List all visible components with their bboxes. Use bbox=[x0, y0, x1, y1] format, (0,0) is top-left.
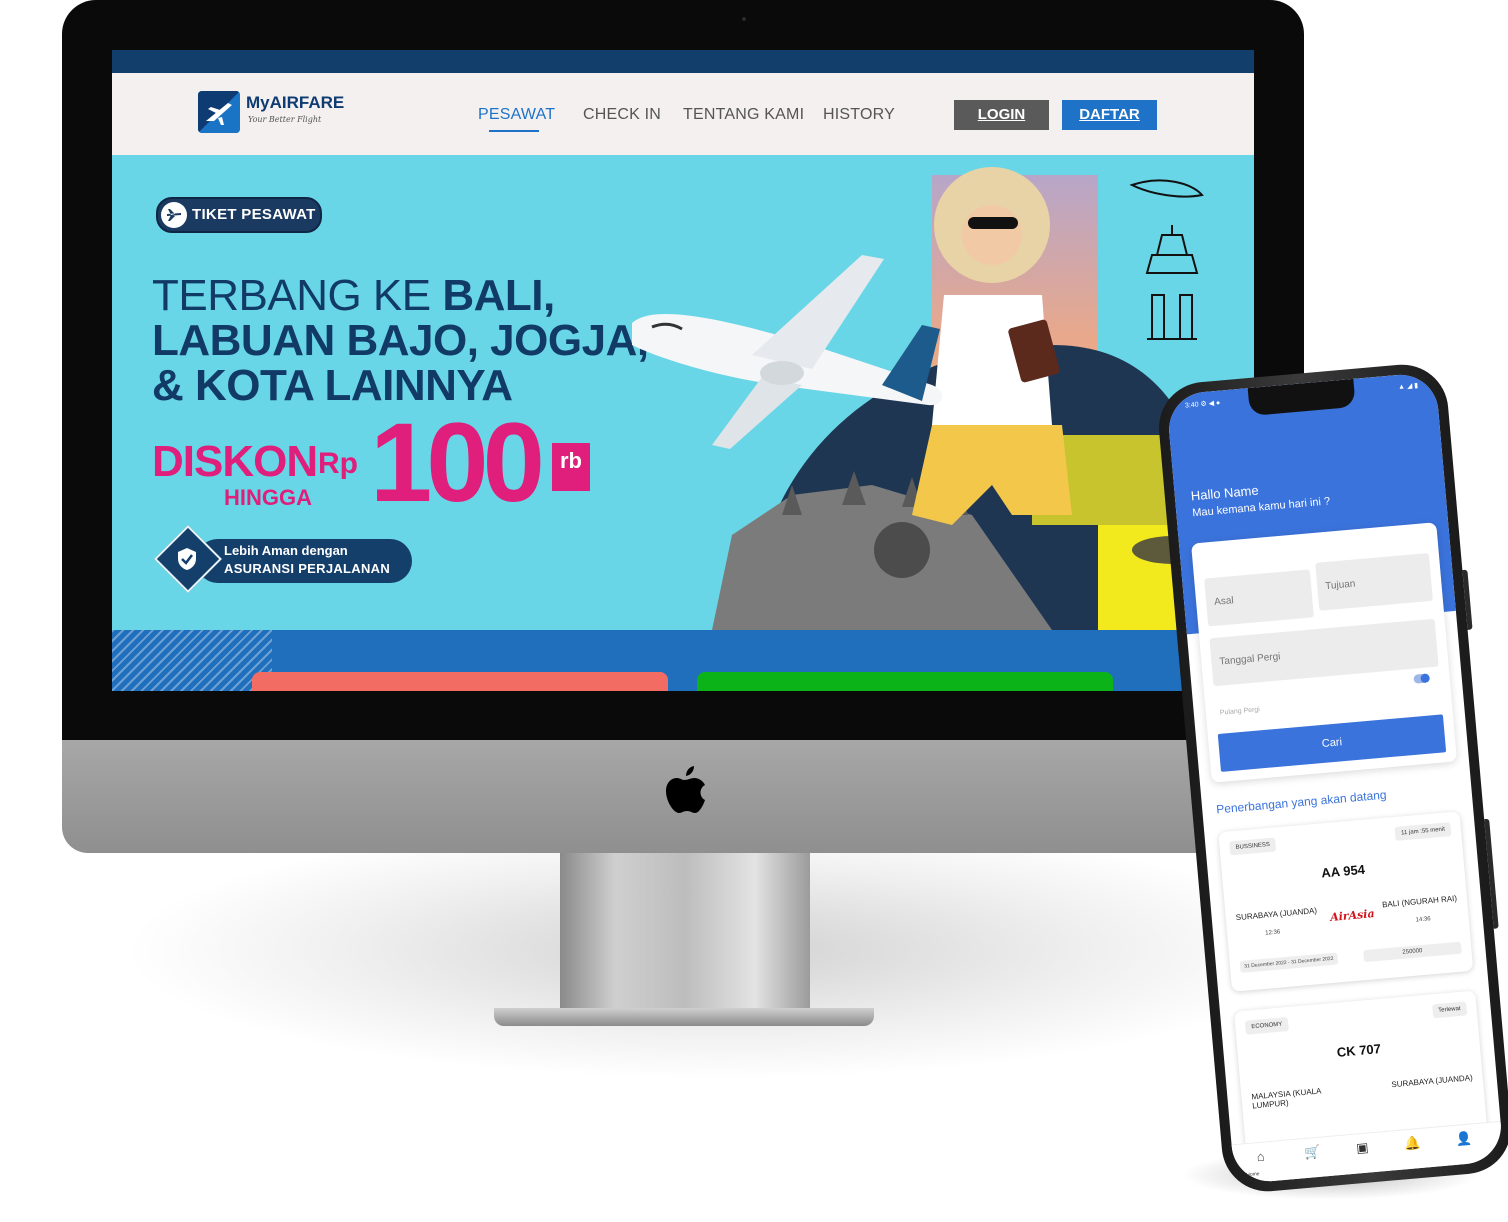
brand-name: MyAIRFARE bbox=[246, 93, 345, 112]
plane-logo-icon bbox=[198, 91, 240, 133]
asal-input[interactable] bbox=[1204, 569, 1314, 627]
pulang-pergi-label: Pulang Pergi bbox=[1219, 706, 1261, 717]
desktop-screen: MyAIRFARE Your Better Flight PESAWAT CHE… bbox=[112, 50, 1254, 691]
nav-history[interactable]: HISTORY bbox=[823, 106, 895, 124]
imac-camera bbox=[742, 17, 746, 21]
mobile-phone: 3:40 ⚙ ◀ ● ▲ ◢ ▮ Hallo Name Mau kemana k… bbox=[1155, 360, 1508, 1196]
trip-origin: SURABAYA (JUANDA) bbox=[1235, 906, 1318, 923]
hingga-label: HINGGA bbox=[224, 485, 312, 510]
upcoming-flights-title: Penerbangan yang akan datang bbox=[1215, 787, 1388, 817]
pulang-pergi-toggle[interactable] bbox=[1413, 673, 1431, 684]
navbar: MyAIRFARE Your Better Flight PESAWAT CHE… bbox=[112, 73, 1254, 155]
tiket-pesawat-badge: TIKET PESAWAT bbox=[156, 197, 322, 233]
hero-headline: TERBANG KE BALI, LABUAN BAJO, JOGJA, & K… bbox=[152, 273, 672, 408]
headline-bali: BALI, bbox=[442, 271, 555, 320]
trip-class-badge: ECONOMY bbox=[1244, 1017, 1289, 1035]
tanggal-pergi-input[interactable] bbox=[1209, 618, 1439, 687]
user-icon[interactable]: 👤 bbox=[1453, 1130, 1475, 1152]
apple-logo bbox=[666, 766, 705, 813]
headline-line-2: LABUAN BAJO, JOGJA, bbox=[152, 316, 649, 365]
insurance-line-2: ASURANSI PERJALANAN bbox=[224, 561, 391, 576]
login-button[interactable]: LOGIN bbox=[954, 100, 1049, 130]
insurance-line-1: Lebih Aman dengan bbox=[224, 543, 348, 558]
trip-dates: 31 December 2022 - 31 December 2022 bbox=[1239, 952, 1339, 973]
cart-icon[interactable]: 🛒 bbox=[1302, 1144, 1324, 1166]
plane-icon bbox=[161, 202, 187, 228]
promo-card-green[interactable] bbox=[697, 672, 1113, 691]
tiket-pesawat-label: TIKET PESAWAT bbox=[192, 206, 316, 223]
flight-code: CK 707 bbox=[1336, 1041, 1382, 1060]
hero-banner[interactable]: TIKET PESAWAT TERBANG KE BALI, LABUAN BA… bbox=[112, 155, 1254, 630]
cari-button[interactable]: Cari bbox=[1217, 714, 1447, 772]
trip-arrival-time: 14:36 bbox=[1415, 916, 1431, 924]
trip-departure-time: 12:36 bbox=[1265, 929, 1281, 937]
search-band bbox=[112, 630, 1254, 691]
flight-code: AA 954 bbox=[1320, 861, 1366, 881]
bell-icon[interactable]: 🔔 bbox=[1402, 1135, 1424, 1157]
trip-duration: 11 jam :55 menit bbox=[1394, 822, 1452, 841]
trip-duration: Terlewat bbox=[1431, 1001, 1468, 1019]
ticket-icon[interactable]: ▣ bbox=[1352, 1139, 1374, 1161]
tab-home-label: Home bbox=[1246, 1171, 1260, 1179]
trip-origin: MALAYSIA (KUALA LUMPUR) bbox=[1251, 1086, 1322, 1111]
trip-card[interactable]: BUSSINESS 11 jam :55 menit AA 954 SURABA… bbox=[1218, 811, 1474, 992]
stripe-pattern bbox=[112, 630, 272, 691]
currency-label: Rp bbox=[318, 447, 358, 480]
imac-stand-foot bbox=[494, 1008, 874, 1026]
trip-destination: BALI (NGURAH RAI) bbox=[1381, 893, 1458, 910]
search-form-card: Pulang Pergi Cari bbox=[1191, 522, 1458, 783]
home-icon[interactable]: ⌂ bbox=[1250, 1148, 1272, 1170]
trip-destination: SURABAYA (JUANDA) bbox=[1391, 1073, 1474, 1090]
brand-logo[interactable]: MyAIRFARE Your Better Flight bbox=[198, 91, 368, 135]
insurance-badge: Lebih Aman dengan ASURANSI PERJALANAN bbox=[154, 525, 412, 593]
nav-check-in[interactable]: CHECK IN bbox=[583, 106, 661, 124]
discount-amount: 100 bbox=[370, 400, 545, 525]
nav-active-underline bbox=[489, 130, 539, 132]
nav-tentang-kami[interactable]: TENTANG KAMI bbox=[683, 106, 804, 124]
discount-unit: rb bbox=[552, 443, 590, 491]
tujuan-input[interactable] bbox=[1315, 552, 1433, 611]
landmark-icons bbox=[1129, 179, 1204, 340]
shield-check-icon bbox=[178, 548, 196, 570]
trip-class-badge: BUSSINESS bbox=[1229, 837, 1277, 856]
daftar-button[interactable]: DAFTAR bbox=[1062, 100, 1157, 130]
brand-tagline: Your Better Flight bbox=[248, 115, 322, 124]
nav-pesawat[interactable]: PESAWAT bbox=[478, 106, 555, 124]
promo-card-red[interactable] bbox=[252, 672, 668, 691]
headline-prefix: TERBANG KE bbox=[152, 271, 443, 320]
top-color-bar bbox=[112, 50, 1254, 73]
trip-price: 250000 bbox=[1363, 941, 1462, 963]
diskon-label: DISKON bbox=[152, 437, 318, 486]
imac-stand-neck bbox=[560, 853, 810, 1013]
